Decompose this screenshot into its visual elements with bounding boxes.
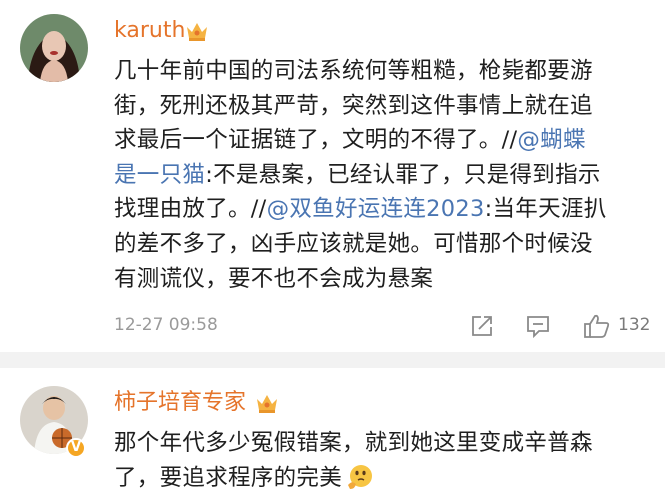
comment-meta: 12-27 09:58 132 [114, 312, 654, 342]
like-count: 132 [618, 315, 651, 335]
comment-text-line: 有测谎仪，要不也不会成为悬案 [114, 265, 434, 292]
comment-icon[interactable] [524, 312, 552, 340]
comment-text-line: 街，死刑还极其严苛，突然到这件事情上就在追 [114, 92, 593, 119]
username[interactable]: 柿子培育专家 [114, 388, 246, 418]
mention-link[interactable]: @双鱼好运连连2023 [267, 196, 485, 222]
comment-text-line: 几十年前中国的司法系统何等粗糙，枪毙都要游 [114, 58, 593, 84]
comment-text-line: 的差不多了，凶手应该就是她。可惜那个时候没 [114, 230, 593, 257]
crown-badge-icon [254, 391, 280, 415]
comment-text-line: 找理由放了。//@双鱼好运连连2023:当年天涯扒 [114, 192, 654, 227]
text-segment: 找理由放了。// [114, 196, 267, 223]
comment-item: karuth 几十年前中国的司法系统何等粗糙，枪毙都要游 街，死刑还极其严苛，突… [0, 0, 665, 352]
mention-link-continued[interactable]: 是一只猫 [114, 162, 205, 188]
share-icon[interactable] [468, 312, 496, 340]
timestamp: 12-27 09:58 [114, 315, 218, 335]
comment-text-line: 求最后一个证据链了，文明的不得了。//@蝴蝶 [114, 123, 654, 158]
comment-text-line: 是一只猫:不是悬案，已经认罪了，只是得到指示 [114, 158, 654, 193]
username[interactable]: karuth [114, 16, 185, 46]
comment-item: V 柿子培育专家 那个年代多少冤假错案，就到她这里变成辛普森 了，要追求程序的完… [0, 368, 665, 500]
crown-badge-icon [184, 19, 210, 43]
comment-text-line: 那个年代多少冤假错案，就到她这里变成辛普森 [114, 430, 593, 456]
thinking-emoji-icon [346, 463, 374, 491]
text-segment: :不是悬案，已经认罪了，只是得到指示 [205, 161, 601, 188]
verified-icon: V [66, 438, 86, 458]
text-segment: :当年天涯扒 [484, 196, 607, 223]
avatar[interactable] [20, 14, 88, 82]
section-divider [0, 352, 665, 368]
comment-text-line: 了，要追求程序的完美 [114, 461, 654, 496]
comment-text: 那个年代多少冤假错案，就到她这里变成辛普森 了，要追求程序的完美 [114, 426, 654, 495]
like-icon[interactable] [582, 312, 612, 340]
text-segment: 了，要追求程序的完美 [114, 464, 343, 491]
mention-link[interactable]: @蝴蝶 [517, 127, 585, 153]
text-segment: 求最后一个证据链了，文明的不得了。// [114, 127, 518, 154]
comment-text: 几十年前中国的司法系统何等粗糙，枪毙都要游 街，死刑还极其严苛，突然到这件事情上… [114, 54, 654, 296]
